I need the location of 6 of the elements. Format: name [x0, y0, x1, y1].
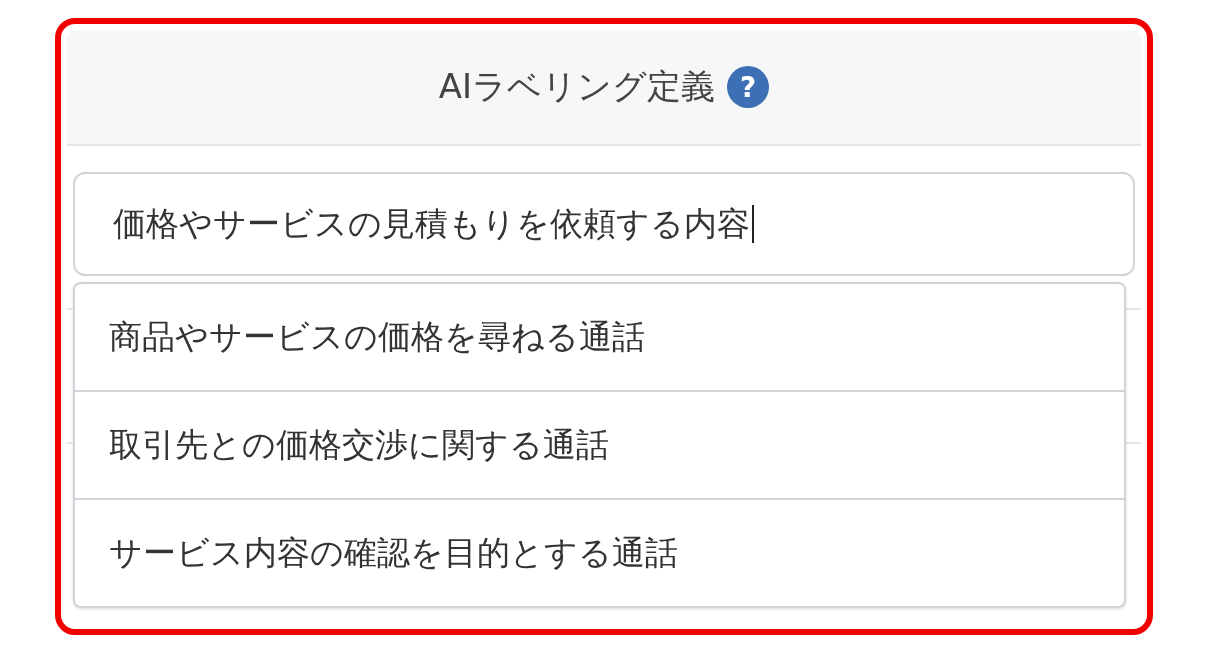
help-icon[interactable]: ?: [727, 66, 770, 108]
suggestion-item[interactable]: 商品やサービスの価格を尋ねる通話: [75, 284, 1124, 390]
suggestion-item[interactable]: 取引先との価格交渉に関する通話: [75, 390, 1124, 498]
panel-title: AIラベリング定義: [438, 65, 716, 108]
suggestion-item[interactable]: サービス内容の確認を目的とする通話: [75, 498, 1124, 606]
input-field[interactable]: 価格やサービスの見積もりを依頼する内容: [73, 172, 1135, 276]
